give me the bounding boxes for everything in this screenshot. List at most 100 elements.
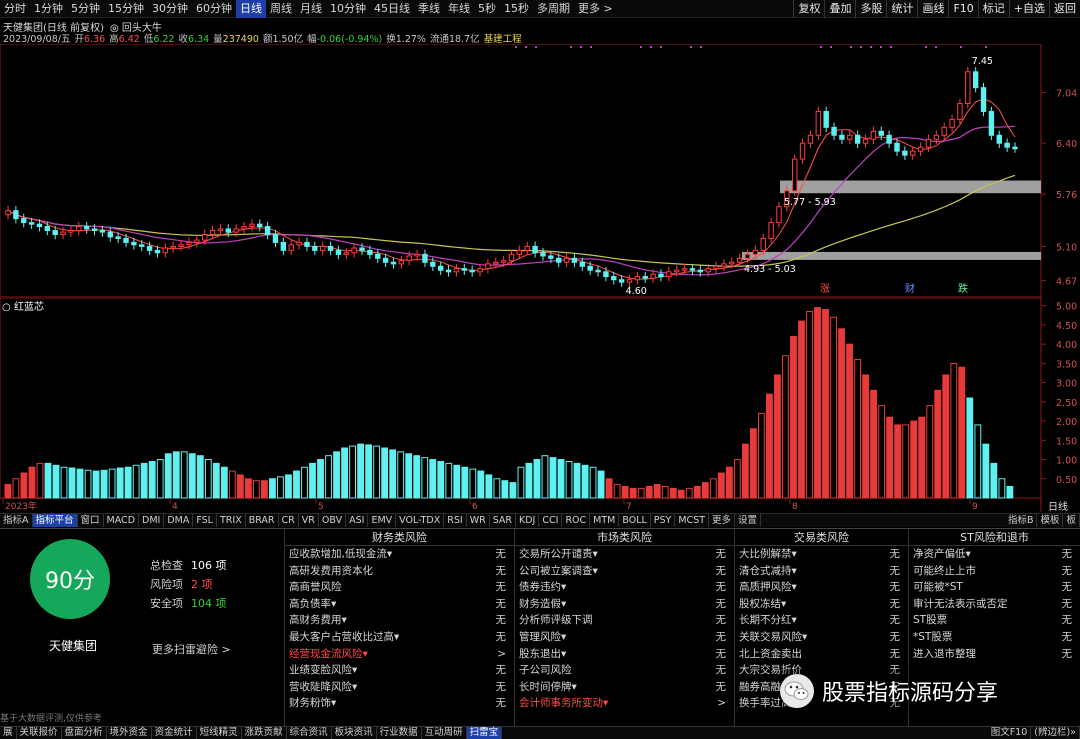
indicator-tab-25[interactable]: 更多 (709, 514, 736, 527)
risk-row[interactable]: 高负债率▾ 无 (285, 596, 514, 613)
indicator-tab-8[interactable]: BRAR (246, 514, 279, 527)
indicator-tab-19[interactable]: CCI (539, 514, 563, 527)
event-mark[interactable]: 跌 (958, 282, 968, 295)
indicator-tab-18[interactable]: KDJ (516, 514, 540, 527)
risk-row[interactable]: 公司被立案调查▾ 无 (515, 563, 734, 580)
toolbar-button-1[interactable]: 叠加 (824, 0, 855, 18)
bottom-tab-4[interactable]: 资金统计 (152, 727, 197, 739)
timeframe-5[interactable]: 60分钟 (192, 0, 236, 18)
risk-row[interactable]: 分析师评级下调 无 (515, 612, 734, 629)
indicator-tab-17[interactable]: SAR (490, 514, 517, 527)
toolbar-button-6[interactable]: 标记 (977, 0, 1009, 18)
indicator-chart[interactable]: 5.00 4.50 4.00 3.50 3.00 2.50 2.00 1.50 1.00 0.50… (0, 298, 1080, 512)
bottom-tab-8[interactable]: 板块资讯 (332, 727, 377, 739)
timeframe-3[interactable]: 15分钟 (104, 0, 148, 18)
risk-row[interactable]: 股权冻结▾ 无 (735, 596, 908, 613)
risk-row[interactable]: 北上资金卖出 无 (735, 646, 908, 663)
bottom-tab-6[interactable]: 涨跌贡献 (242, 727, 287, 739)
risk-row[interactable]: 高财务费用▾ 无 (285, 612, 514, 629)
timeframe-15[interactable]: 多周期 (533, 0, 574, 18)
risk-row[interactable]: 营收陡降风险▾ 无 (285, 679, 514, 696)
indicator-tab-22[interactable]: BOLL (619, 514, 651, 527)
risk-row[interactable]: 大比例解禁▾ 无 (735, 546, 908, 563)
risk-row[interactable]: 净资产偏低▾ 无 (909, 546, 1080, 563)
timeframe-8[interactable]: 月线 (296, 0, 326, 18)
timeframe-11[interactable]: 季线 (414, 0, 444, 18)
bottom-tab-11[interactable]: 扫雷宝 (466, 727, 503, 739)
timeframe-13[interactable]: 5秒 (474, 0, 500, 18)
timeframe-2[interactable]: 5分钟 (67, 0, 104, 18)
indicator-tab-15[interactable]: RSI (444, 514, 467, 527)
indicator-tab-7[interactable]: TRIX (217, 514, 246, 527)
indicator-tab-14[interactable]: VOL-TDX (396, 514, 445, 527)
indicator-tab-23[interactable]: PSY (651, 514, 676, 527)
timeframe-10[interactable]: 45日线 (370, 0, 414, 18)
timeframe-9[interactable]: 10分钟 (326, 0, 370, 18)
bottom-tab-5[interactable]: 短线精灵 (197, 727, 242, 739)
indicator-tab-3[interactable]: MACD (104, 514, 140, 527)
risk-row[interactable]: 会计师事务所变动▾ > (515, 695, 734, 712)
indicator-tab-11[interactable]: OBV (319, 514, 347, 527)
bottom-tab-0[interactable]: 展 (0, 727, 17, 739)
risk-row[interactable]: 经营现金流风险▾ > (285, 646, 514, 663)
indicator-tab-4[interactable]: DMI (139, 514, 165, 527)
indicator-tab-6[interactable]: FSL (193, 514, 217, 527)
bottom-tab-right-1[interactable]: (辨边栏)» (1031, 727, 1080, 739)
risk-row[interactable]: 进入退市整理 无 (909, 646, 1080, 663)
risk-row[interactable]: *ST股票 无 (909, 629, 1080, 646)
timeframe-7[interactable]: 周线 (266, 0, 296, 18)
indicator-tab-right-1[interactable]: 模板 (1037, 514, 1064, 527)
toolbar-button-7[interactable]: +自选 (1008, 0, 1049, 18)
risk-row[interactable]: 财务粉饰▾ 无 (285, 695, 514, 712)
risk-row[interactable]: 长期不分红▾ 无 (735, 612, 908, 629)
candlestick-chart[interactable]: 7.04 6.40 5.76 5.10 4.67 7.45 4.60 5.77 - 5.93… (0, 44, 1080, 298)
timeframe-16[interactable]: 更多 > (574, 0, 617, 18)
timeframe-12[interactable]: 年线 (444, 0, 474, 18)
risk-row[interactable]: 业绩变脸风险▾ 无 (285, 662, 514, 679)
risk-row[interactable]: 高研发费用资本化 无 (285, 563, 514, 580)
event-mark[interactable]: 财 (905, 282, 915, 295)
risk-row[interactable]: 长时间停牌▾ 无 (515, 679, 734, 696)
bottom-tab-2[interactable]: 盘面分析 (62, 727, 107, 739)
more-scan-link[interactable]: 更多扫雷避险 > (152, 641, 231, 657)
bottom-tab-9[interactable]: 行业数据 (377, 727, 422, 739)
event-mark[interactable]: 涨 (820, 283, 830, 295)
indicator-tab-16[interactable]: WR (467, 514, 490, 527)
indicator-tab-26[interactable]: 设置 (735, 514, 762, 527)
indicator-tab-21[interactable]: MTM (590, 514, 620, 527)
toolbar-button-4[interactable]: 画线 (917, 0, 948, 18)
toolbar-button-2[interactable]: 多股 (855, 0, 886, 18)
risk-row[interactable]: 最大客户占营收比过高▾ 无 (285, 629, 514, 646)
bottom-tab-10[interactable]: 互动周研 (422, 727, 467, 739)
timeframe-0[interactable]: 分时 (0, 0, 30, 18)
bottom-tab-3[interactable]: 境外资金 (107, 727, 152, 739)
risk-row[interactable]: 可能终止上市 无 (909, 563, 1080, 580)
risk-row[interactable]: ST股票 无 (909, 612, 1080, 629)
risk-row[interactable]: 高质押风险▾ 无 (735, 579, 908, 596)
toolbar-button-5[interactable]: F10 (948, 0, 977, 18)
risk-row[interactable]: 股东退出▾ 无 (515, 646, 734, 663)
indicator-tab-right-0[interactable]: 指标B (1005, 514, 1038, 527)
risk-row[interactable]: 交易所公开谴责▾ 无 (515, 546, 734, 563)
risk-row[interactable]: 可能被*ST 无 (909, 579, 1080, 596)
risk-row[interactable]: 债券违约▾ 无 (515, 579, 734, 596)
risk-row[interactable]: 财务造假▾ 无 (515, 596, 734, 613)
indicator-tab-0[interactable]: 指标A (0, 514, 33, 527)
bottom-tab-7[interactable]: 综合资讯 (287, 727, 332, 739)
risk-row[interactable]: 子公司风险 无 (515, 662, 734, 679)
risk-row[interactable]: 应收款增加,低现金流▾ 无 (285, 546, 514, 563)
timeframe-6[interactable]: 日线 (236, 0, 266, 18)
risk-row[interactable]: 审计无法表示或否定 无 (909, 596, 1080, 613)
indicator-tab-12[interactable]: ASI (346, 514, 369, 527)
timeframe-14[interactable]: 15秒 (500, 0, 533, 18)
indicator-tab-1[interactable]: 指标平台 (32, 514, 78, 527)
indicator-tab-13[interactable]: EMV (368, 514, 397, 527)
indicator-tab-24[interactable]: MCST (675, 514, 710, 527)
timeframe-1[interactable]: 1分钟 (30, 0, 67, 18)
indicator-tab-20[interactable]: ROC (562, 514, 591, 527)
risk-row[interactable]: 清仓式减持▾ 无 (735, 563, 908, 580)
indicator-tab-2[interactable]: 窗口 (78, 514, 104, 527)
risk-row[interactable]: 管理风险▾ 无 (515, 629, 734, 646)
indicator-tab-9[interactable]: CR (279, 514, 299, 527)
bottom-tab-1[interactable]: 关联报价 (17, 727, 62, 739)
